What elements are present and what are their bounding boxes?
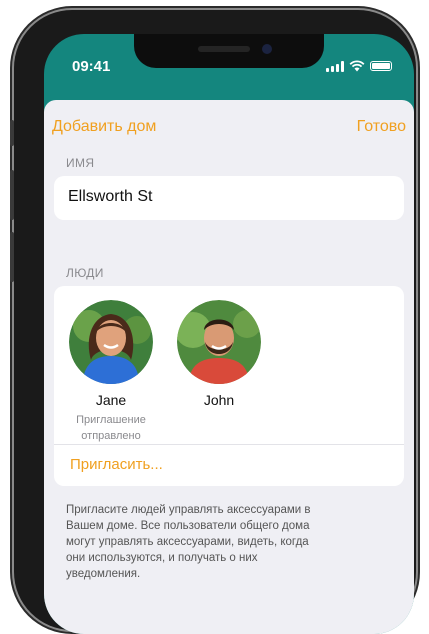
person-status-line-1: Приглашение (76, 414, 146, 426)
footer-line-3: могут управлять аксессуарами, видеть, ко… (66, 536, 309, 548)
volume-up-button (10, 170, 14, 220)
home-name-input[interactable]: Ellsworth St (68, 188, 152, 206)
name-card: Ellsworth St (54, 176, 404, 220)
cellular-signal-icon (326, 60, 344, 72)
footer-line-2: Вашем доме. Все пользователи общего дома (66, 520, 310, 532)
front-camera (262, 44, 272, 54)
person-name-jane: Jane (95, 392, 127, 408)
footer-line-4: они используются, и получать о них (66, 552, 258, 564)
person-status-jane: Приглашение отправлено (66, 412, 156, 444)
footer-line-1: Пригласите людей управлять аксессуарами … (66, 504, 311, 516)
footer-line-5: уведомления. (66, 568, 141, 580)
status-icons (326, 60, 392, 72)
people-footer-text: Пригласите людей управлять аксессуарами … (66, 502, 376, 582)
invite-button[interactable]: Пригласить... (70, 456, 163, 473)
speaker-grille (198, 46, 250, 52)
status-bar: 09:41 (44, 34, 414, 100)
person-jane[interactable]: Jane Приглашение отправлено (66, 300, 156, 444)
people-card: Jane Приглашение отправлено John Приглас… (54, 286, 404, 486)
avatar-john (177, 300, 261, 384)
volume-down-button (10, 232, 14, 282)
nav-bar: Добавить дом Готово (44, 100, 414, 152)
person-status-line-2: отправлено (81, 430, 141, 442)
name-section-label: ИМЯ (66, 156, 95, 170)
people-section-label: ЛЮДИ (66, 266, 104, 280)
battery-icon (370, 61, 392, 71)
notch (134, 34, 324, 68)
avatar-jane (69, 300, 153, 384)
done-button[interactable]: Готово (357, 118, 406, 136)
wifi-icon (349, 60, 365, 72)
status-time: 09:41 (72, 58, 111, 75)
add-home-back-button[interactable]: Добавить дом (52, 118, 156, 136)
add-home-sheet: Добавить дом Готово ИМЯ Ellsworth St ЛЮД… (44, 100, 414, 634)
person-name-john: John (203, 392, 235, 408)
silent-switch (10, 120, 14, 146)
person-john[interactable]: John (174, 300, 264, 408)
people-divider (54, 444, 404, 445)
phone-screen: 09:41 Добавить дом Готово ИМЯ Ellsworth … (44, 34, 414, 634)
